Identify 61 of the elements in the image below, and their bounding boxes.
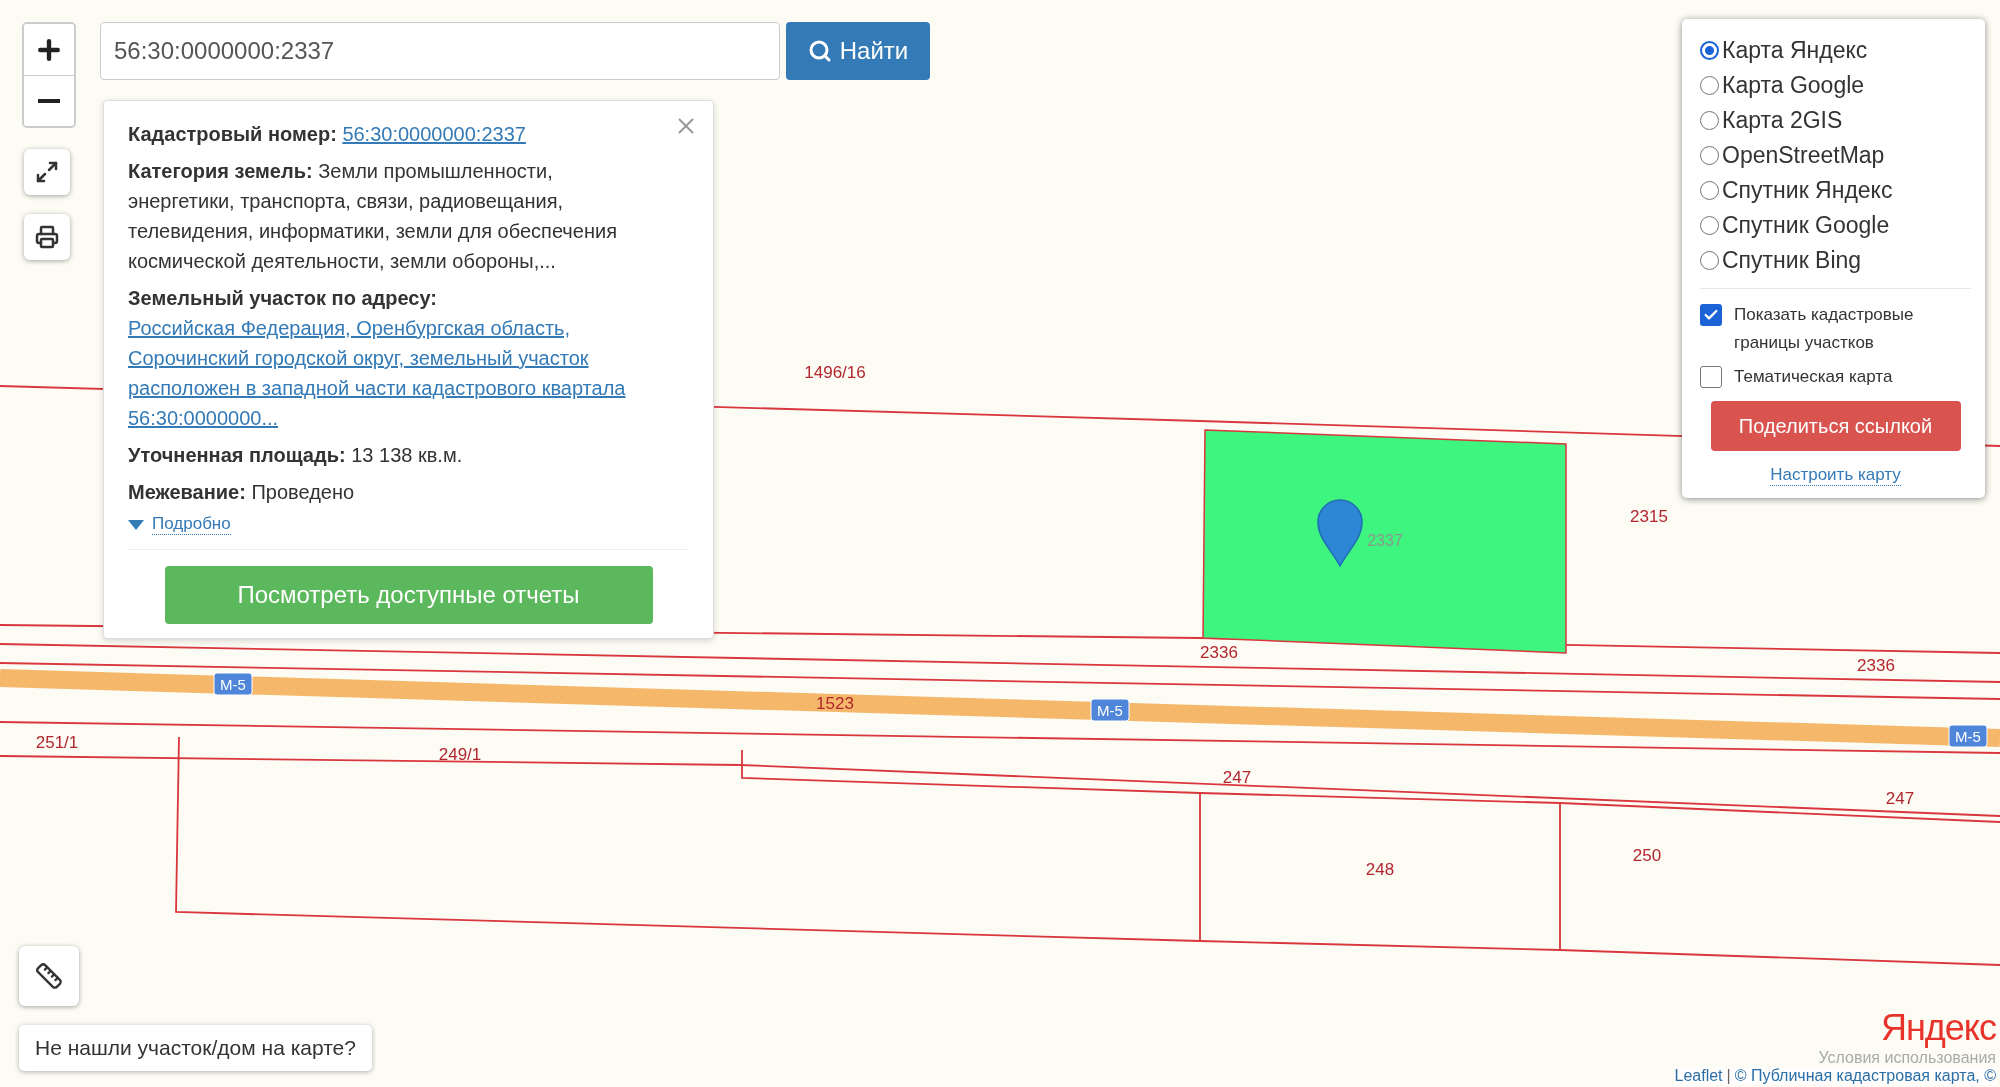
search-button[interactable]: Найти	[786, 22, 930, 80]
separator: |	[1726, 1067, 1731, 1085]
parcel-number: 2336	[1857, 656, 1895, 675]
radio-button[interactable]	[1700, 181, 1719, 200]
share-link-button[interactable]: Поделиться ссылкой	[1710, 401, 1961, 451]
parcel-number: 250	[1632, 846, 1662, 865]
parcel-number: 249/1	[438, 745, 482, 764]
checkbox[interactable]	[1700, 366, 1722, 388]
parcel-number: 2336	[1200, 643, 1238, 662]
parcel-number: 248	[1365, 860, 1395, 879]
radio-button[interactable]	[1700, 216, 1719, 235]
map-layer-option[interactable]: Спутник Яндекс	[1700, 173, 1971, 208]
radio-button[interactable]	[1700, 111, 1719, 130]
map-layer-option[interactable]: Карта Google	[1700, 68, 1971, 103]
ruler-icon	[35, 962, 63, 990]
radio-button[interactable]	[1700, 41, 1719, 60]
parcel-number: 247	[1885, 789, 1915, 808]
parcel-number: 2337	[1367, 532, 1403, 549]
info-field: Уточненная площадь: 13 138 кв.м.	[128, 440, 658, 470]
road-badge: M-5	[1948, 724, 1988, 748]
parcel-number: 1496/16	[804, 363, 866, 382]
radio-button[interactable]	[1700, 146, 1719, 165]
printer-icon	[35, 225, 59, 249]
help-button[interactable]: Не нашли участок/дом на карте?	[19, 1025, 372, 1071]
checkbox[interactable]	[1700, 304, 1722, 326]
info-field: Кадастровый номер: 56:30:0000000:2337	[128, 119, 658, 149]
info-field: Категория земель: Земли промышленности, энергетики, транспорта, связи, радиовещания, телевидения, информатики, земли для обеспечения космической деятельности, земли обороны,...	[128, 156, 658, 276]
checkbox-label: Тематическая карта	[1734, 366, 1893, 388]
map-pin-icon[interactable]	[1317, 499, 1363, 567]
map-settings-link[interactable]: Настроить карту	[1770, 465, 1901, 486]
road-badge: M-5	[213, 672, 253, 696]
caret-icon	[128, 519, 144, 530]
parcel-number: 247	[1222, 768, 1252, 787]
parcel-number: 2315	[1630, 507, 1668, 526]
info-link[interactable]: 56:30:0000000:2337	[342, 123, 526, 145]
info-link[interactable]: Российская Федерация, Оренбургская область, Сорочинский городской округ, земельный участок расположен в западной части кадастрового квартала 56:30:0000000...	[128, 313, 658, 433]
map-layer-option[interactable]: OpenStreetMap	[1700, 138, 1971, 173]
fullscreen-button[interactable]	[24, 149, 70, 195]
search-field[interactable]: 56:30:0000000:2337	[100, 22, 780, 80]
checkbox-label: Показать кадастровые границы участков	[1734, 304, 1915, 354]
parcel-number: 1523	[816, 694, 854, 713]
leaflet-link[interactable]: Leaflet	[1674, 1067, 1723, 1085]
print-button[interactable]	[24, 214, 70, 260]
details-toggle[interactable]: Подробно	[128, 514, 231, 535]
attribution-link[interactable]: © Публичная кадастровая карта, ©	[1734, 1067, 1996, 1085]
map-layer-option[interactable]: Спутник Bing	[1700, 243, 1971, 278]
map-layer-option[interactable]: Спутник Google	[1700, 208, 1971, 243]
expand-icon	[35, 160, 59, 184]
zoom-out-button[interactable]	[24, 75, 74, 126]
map-layer-option[interactable]: Карта Яндекс	[1700, 33, 1971, 68]
radio-button[interactable]	[1700, 76, 1719, 95]
map-layer-option[interactable]: Карта 2GIS	[1700, 103, 1971, 138]
ruler-button[interactable]	[19, 946, 79, 1006]
search-icon	[807, 39, 832, 63]
radio-button[interactable]	[1700, 251, 1719, 270]
road-badge: M-5	[1090, 698, 1130, 722]
minus-icon	[38, 99, 60, 103]
info-field: Межевание: Проведено	[128, 477, 658, 507]
yandex-logo: Яндекс	[1880, 1007, 1996, 1049]
info-field: Земельный участок по адресу: Российская Федерация, Оренбургская область, Сорочинский городской округ, земельный участок расположен в западной части кадастрового квартала 56:30:0000000...	[128, 283, 658, 433]
parcel-number: 251/1	[35, 733, 79, 752]
